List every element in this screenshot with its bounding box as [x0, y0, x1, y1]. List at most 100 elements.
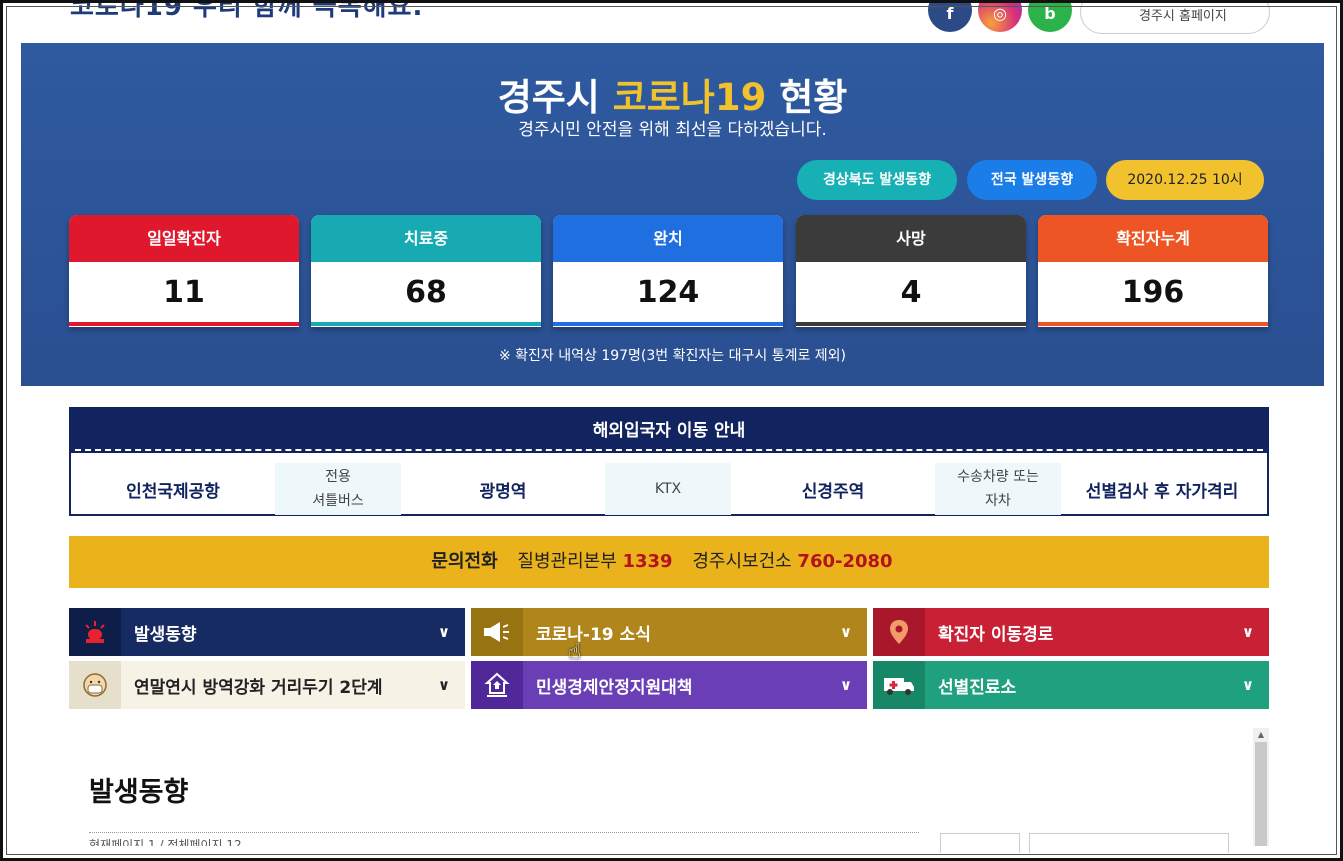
scroll-thumb[interactable]	[1255, 742, 1267, 846]
blog-button[interactable]: b	[1028, 0, 1072, 32]
route-transport-line: 수송차량 또는	[957, 469, 1039, 485]
instagram-icon: ◎	[993, 4, 1007, 23]
homepage-link-button[interactable]: 경주시 홈페이지	[1080, 0, 1270, 34]
search-select[interactable]	[940, 833, 1020, 853]
stat-label: 일일확진자	[69, 215, 299, 262]
content-scrollbar[interactable]: ▲	[1253, 728, 1269, 846]
menu-social-distancing[interactable]: 연말연시 방역강화 거리두기 2단계 ∨	[69, 661, 465, 709]
route-step-label: 신경주역	[801, 481, 865, 502]
page-indicator: 현재페이지 1 / 전체페이지 12	[89, 838, 242, 846]
section-title: 발생동향	[89, 777, 189, 808]
page-title: 경주시 코로나19 현황	[21, 67, 1324, 121]
facebook-icon: f	[946, 4, 954, 23]
stat-value: 124	[636, 275, 700, 310]
megaphone-icon	[471, 608, 523, 656]
route-transport-line: 자차	[985, 493, 1011, 509]
siren-icon	[69, 608, 121, 656]
route-transport-label: KTX	[654, 481, 682, 497]
route-step-label: 인천국제공항	[126, 481, 220, 502]
stat-value: 68	[405, 275, 447, 310]
section-divider	[89, 832, 919, 833]
menu-economic-support[interactable]: 민생경제안정지원대책 ∨	[471, 661, 867, 709]
site-slogan: 코로나19 우리 함께 극복해요.	[70, 0, 424, 22]
gyeongbuk-trend-button[interactable]: 경상북도 발생동향	[797, 160, 957, 200]
location-pin-icon	[873, 608, 925, 656]
menu-label: 확진자 이동경로	[938, 624, 1054, 645]
title-city: 경주시	[497, 76, 600, 119]
national-trend-button[interactable]: 전국 발생동향	[967, 160, 1097, 200]
stat-card-treating: 치료중 68	[311, 215, 541, 327]
stat-label: 치료중	[311, 215, 541, 262]
route-step-singyeongju: 신경주역	[733, 463, 933, 515]
route-transport-vehicle: 수송차량 또는자차	[935, 463, 1061, 515]
menu-patient-route[interactable]: 확진자 이동경로 ∨	[873, 608, 1269, 656]
chevron-down-icon: ∨	[839, 623, 853, 641]
stat-accent-bar	[311, 322, 541, 326]
stat-label: 확진자누계	[1038, 215, 1268, 262]
route-step-label: 선별검사 후 자가격리	[1085, 481, 1239, 502]
stat-accent-bar	[69, 322, 299, 326]
status-hero: 경주시 코로나19 현황 경주시민 안전을 위해 최선을 다하겠습니다. 경상북…	[21, 43, 1324, 386]
stat-label: 완치	[553, 215, 783, 262]
overseas-route: 인천국제공항 전용셔틀버스 광명역 KTX 신경주역 수송차량 또는자차 선별검…	[71, 457, 1267, 515]
stat-value: 4	[900, 275, 922, 310]
route-step-label: 광명역	[479, 481, 527, 502]
house-support-icon	[471, 661, 523, 709]
route-transport-shuttle: 전용셔틀버스	[275, 463, 401, 515]
chevron-down-icon: ∨	[839, 676, 853, 694]
chevron-down-icon: ∨	[437, 623, 451, 641]
blog-icon: b	[1044, 4, 1056, 23]
stat-card-daily: 일일확진자 11	[69, 215, 299, 327]
stat-accent-bar	[1038, 322, 1268, 326]
menu-covid-news[interactable]: 코로나-19 소식 ∨	[471, 608, 867, 656]
hand-cursor-icon: ☝	[568, 640, 582, 665]
contact-label: 문의전화	[431, 551, 498, 572]
menu-outbreak-trend[interactable]: 발생동향 ∨	[69, 608, 465, 656]
route-step-quarantine: 선별검사 후 자가격리	[1057, 463, 1267, 515]
overseas-panel-title: 해외입국자 이동 안내	[71, 409, 1267, 453]
route-transport-line: 전용	[325, 469, 351, 485]
route-transport-ktx: KTX	[605, 463, 731, 515]
route-transport-label: 전용셔틀버스	[312, 465, 364, 513]
stat-card-deaths: 사망 4	[796, 215, 1026, 327]
kdca-label: 질병관리본부	[517, 551, 617, 572]
chevron-down-icon: ∨	[1241, 676, 1255, 694]
menu-label: 연말연시 방역강화 거리두기 2단계	[134, 677, 383, 698]
stats-footnote: ※ 확진자 내역상 197명(3번 확진자는 대구시 통계로 제외)	[498, 348, 847, 364]
mask-face-icon	[69, 661, 121, 709]
stat-value: 11	[163, 275, 205, 310]
title-suffix: 현황	[779, 76, 848, 119]
route-transport-line: 셔틀버스	[312, 493, 364, 509]
title-accent: 코로나19	[612, 76, 767, 119]
top-header: 코로나19 우리 함께 극복해요. f ◎ b 경주시 홈페이지	[8, 0, 1335, 43]
stat-accent-bar	[553, 322, 783, 326]
scroll-up-arrow-icon[interactable]: ▲	[1253, 728, 1269, 742]
menu-label: 선별진료소	[938, 677, 1017, 698]
update-date-badge: 2020.12.25 10시	[1106, 160, 1264, 200]
health-center-phone-link[interactable]: 760-2080	[797, 551, 892, 572]
route-transport-label: 수송차량 또는자차	[957, 465, 1039, 513]
route-step-gwangmyeong: 광명역	[403, 463, 603, 515]
homepage-link-label: 경주시 홈페이지	[1139, 9, 1227, 24]
overseas-arrival-panel: 해외입국자 이동 안내 인천국제공항 전용셔틀버스 광명역 KTX 신경주역 수…	[69, 407, 1269, 516]
ambulance-icon	[873, 661, 925, 709]
health-center-label: 경주시보건소	[692, 551, 792, 572]
facebook-button[interactable]: f	[928, 0, 972, 32]
menu-screening-clinic[interactable]: 선별진료소 ∨	[873, 661, 1269, 709]
menu-label: 민생경제안정지원대책	[536, 677, 693, 698]
contact-bar: 문의전화 질병관리본부 1339 경주시보건소 760-2080	[69, 536, 1269, 588]
chevron-down-icon: ∨	[437, 676, 451, 694]
page-subtitle: 경주시민 안전을 위해 최선을 다하겠습니다.	[518, 120, 827, 140]
stat-accent-bar	[796, 322, 1026, 326]
stat-label: 사망	[796, 215, 1026, 262]
stat-value: 196	[1121, 275, 1185, 310]
kdca-phone-link[interactable]: 1339	[622, 551, 672, 572]
route-step-incheon: 인천국제공항	[73, 463, 273, 515]
instagram-button[interactable]: ◎	[978, 0, 1022, 32]
stat-card-cumulative: 확진자누계 196	[1038, 215, 1268, 327]
stat-card-recovered: 완치 124	[553, 215, 783, 327]
chevron-down-icon: ∨	[1241, 623, 1255, 641]
search-input[interactable]	[1029, 833, 1229, 853]
dashed-divider	[75, 449, 1263, 451]
menu-label: 발생동향	[134, 624, 197, 645]
